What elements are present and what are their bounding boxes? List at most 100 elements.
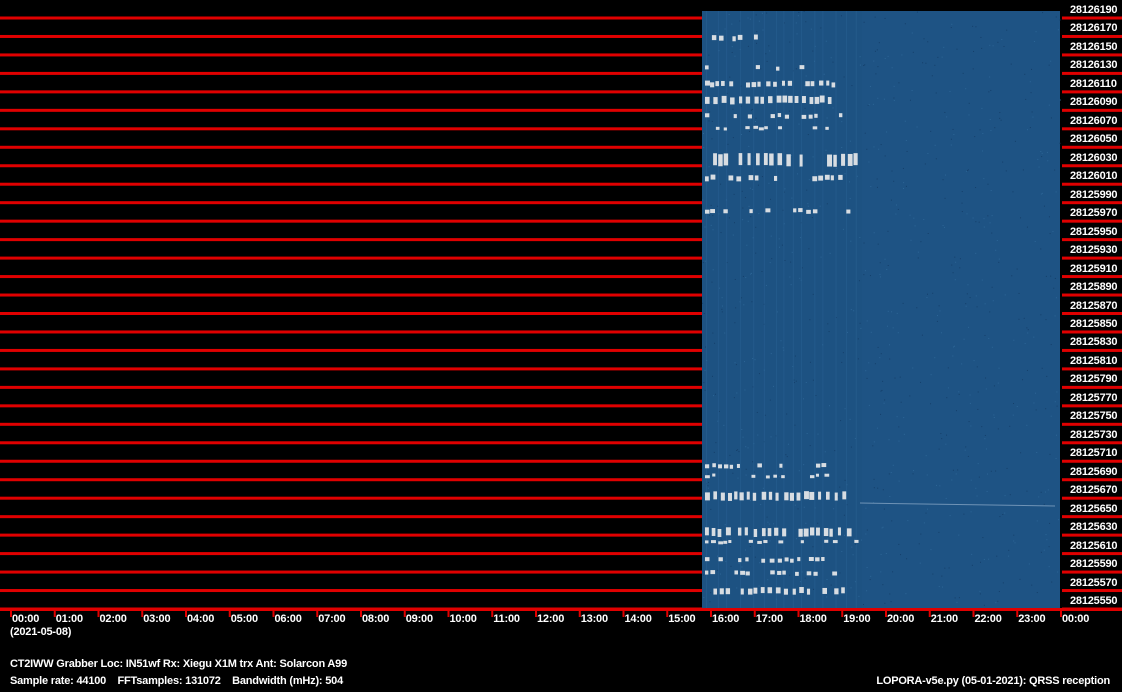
noise-speckle (941, 438, 943, 440)
noise-speckle (1044, 491, 1046, 493)
noise-speckle (710, 592, 712, 594)
noise-speckle (710, 508, 712, 510)
noise-speckle (1026, 490, 1028, 492)
noise-speckle (709, 214, 711, 216)
noise-speckle (950, 144, 952, 146)
noise-speckle (853, 310, 855, 312)
signal-mark (727, 492, 732, 501)
noise-speckle (741, 297, 743, 299)
signal-mark (711, 527, 716, 536)
noise-speckle (779, 246, 781, 248)
noise-speckle (868, 362, 870, 364)
noise-speckle (1049, 522, 1051, 524)
noise-speckle (703, 382, 705, 384)
signal-mark (705, 557, 710, 562)
signal-mark (718, 154, 723, 167)
grid-line (0, 219, 702, 223)
noise-speckle (938, 586, 940, 588)
noise-speckle (767, 579, 769, 581)
noise-speckle (826, 203, 828, 205)
noise-speckle (724, 524, 726, 526)
noise-speckle (930, 130, 932, 132)
signal-mark (775, 492, 779, 501)
noise-speckle (724, 28, 726, 30)
noise-speckle (925, 512, 927, 514)
noise-speckle (830, 584, 832, 586)
vertical-streak (717, 11, 719, 610)
noise-speckle (704, 389, 706, 391)
noise-speckle (830, 57, 832, 59)
noise-speckle (944, 197, 946, 199)
noise-speckle (894, 377, 896, 379)
signal-mark (827, 154, 833, 167)
noise-speckle (941, 56, 943, 58)
noise-speckle (798, 123, 800, 125)
noise-speckle (938, 531, 940, 533)
signal-mark (758, 127, 764, 131)
noise-speckle (958, 393, 960, 395)
noise-speckle (981, 150, 983, 152)
noise-speckle (803, 398, 805, 400)
signal-mark (757, 463, 762, 468)
noise-speckle (891, 311, 893, 313)
signal-mark (803, 528, 809, 537)
signal-mark (788, 95, 793, 103)
signal-mark (734, 491, 738, 500)
signal-mark (829, 528, 833, 537)
noise-speckle (1046, 151, 1048, 153)
noise-speckle (704, 226, 706, 228)
noise-speckle (864, 64, 866, 66)
noise-speckle (812, 379, 814, 381)
noise-speckle (880, 413, 882, 415)
noise-speckle (1048, 566, 1050, 568)
noise-speckle (942, 225, 944, 227)
signal-mark (753, 528, 758, 537)
noise-speckle (1045, 534, 1047, 536)
noise-speckle (770, 353, 772, 355)
noise-speckle (711, 281, 713, 283)
signal-mark (705, 492, 710, 501)
noise-speckle (958, 534, 960, 536)
noise-speckle (734, 278, 736, 280)
noise-speckle (880, 144, 882, 146)
noise-speckle (990, 89, 992, 91)
noise-speckle (707, 487, 709, 489)
noise-speckle (1056, 405, 1058, 407)
noise-speckle (1051, 581, 1053, 583)
signal-mark (763, 153, 768, 166)
noise-speckle (958, 597, 960, 599)
frequency-label: 28126110 (1070, 77, 1117, 90)
noise-speckle (829, 252, 831, 254)
signal-mark (792, 588, 796, 595)
noise-speckle (750, 109, 752, 111)
noise-speckle (907, 520, 909, 522)
signal-mark (827, 97, 832, 105)
noise-speckle (942, 179, 944, 181)
noise-speckle (936, 315, 938, 317)
noise-speckle (798, 470, 800, 472)
noise-speckle (1028, 563, 1030, 565)
noise-speckle (993, 417, 995, 419)
noise-speckle (884, 57, 886, 59)
noise-speckle (893, 85, 895, 87)
noise-speckle (873, 60, 875, 62)
noise-speckle (910, 239, 912, 241)
signal-mark (847, 153, 853, 166)
noise-speckle (991, 346, 993, 348)
noise-speckle (946, 434, 948, 436)
noise-speckle (922, 62, 924, 64)
signal-mark (712, 463, 716, 468)
noise-speckle (988, 337, 990, 339)
noise-speckle (721, 311, 723, 313)
noise-speckle (799, 581, 801, 583)
noise-speckle (731, 46, 733, 48)
time-label: 03:00 (143, 613, 171, 625)
frequency-label: 28125730 (1070, 428, 1118, 441)
signal-mark (777, 558, 782, 563)
noise-speckle (1047, 489, 1049, 491)
noise-speckle (978, 476, 980, 478)
noise-speckle (898, 426, 900, 428)
grid-line (0, 71, 702, 75)
noise-speckle (884, 155, 886, 157)
noise-speckle (805, 382, 807, 384)
